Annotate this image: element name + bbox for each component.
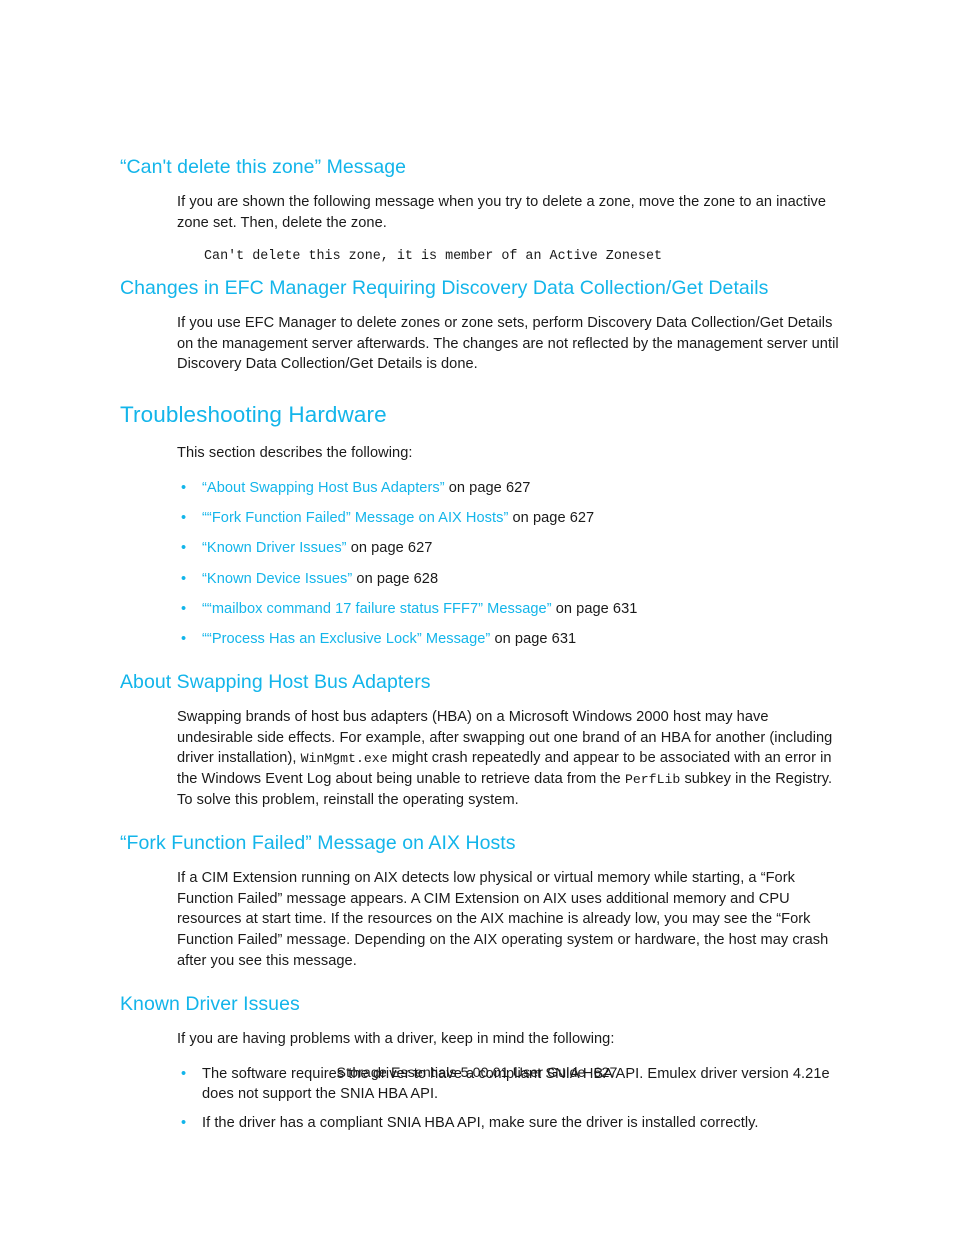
list-item: • If the driver has a compliant SNIA HBA… (177, 1113, 840, 1134)
bullet-icon: • (181, 510, 187, 527)
bullet-icon: • (181, 630, 187, 647)
list-item: • “About Swapping Host Bus Adapters” on … (177, 478, 840, 499)
paragraph-efc-manager-changes: If you use EFC Manager to delete zones o… (177, 314, 839, 373)
inline-code-perflib: PerfLib (624, 772, 681, 788)
paragraph-cant-delete-this-zone: If you are shown the following message w… (177, 194, 827, 232)
list-item: • “Known Driver Issues” on page 627 (177, 538, 840, 559)
heading-known-driver-issues: Known Driver Issues (120, 992, 300, 1015)
cross-reference-list: • “About Swapping Host Bus Adapters” on … (177, 478, 840, 650)
document-page: “Can't delete this zone” Message If you … (0, 0, 954, 1235)
list-item-text: If the driver has a compliant SNIA HBA A… (202, 1115, 759, 1132)
xref-page-ref: on page 631 (490, 630, 577, 647)
heading-about-swapping-host-bus-adapters: About Swapping Host Bus Adapters (120, 670, 431, 693)
xref-link-mailbox-command-17-failure[interactable]: ““mailbox command 17 failure status FFF7… (202, 601, 552, 617)
xref-page-ref: on page 627 (346, 540, 433, 557)
heading-efc-manager-changes: Changes in EFC Manager Requiring Discove… (120, 276, 769, 299)
footer-page-number: 627 (593, 1065, 618, 1081)
paragraph-fork-function-failed: If a CIM Extension running on AIX detect… (177, 870, 829, 969)
page-content: “Can't delete this zone” Message If you … (120, 155, 840, 1134)
xref-link-known-driver-issues[interactable]: “Known Driver Issues” (202, 540, 347, 556)
xref-link-about-swapping-host-bus-adapters[interactable]: “About Swapping Host Bus Adapters” (202, 480, 445, 496)
paragraph-known-driver-issues-intro: If you are having problems with a driver… (177, 1030, 615, 1047)
page-footer: Storage Essentials 5.00.01 User Guide 627 (0, 1065, 954, 1081)
xref-page-ref: on page 631 (551, 600, 638, 617)
list-item: • “Known Device Issues” on page 628 (177, 569, 840, 590)
bullet-icon: • (181, 479, 187, 496)
list-item: • ““Fork Function Failed” Message on AIX… (177, 508, 840, 529)
bullet-icon: • (181, 570, 187, 587)
footer-guide-title: Storage Essentials 5.00.01 User Guide (336, 1065, 586, 1081)
paragraph-about-swapping-hba: Swapping brands of host bus adapters (HB… (177, 707, 840, 811)
bullet-icon: • (181, 600, 187, 617)
heading-cant-delete-this-zone: “Can't delete this zone” Message (120, 156, 407, 178)
xref-page-ref: on page 627 (444, 479, 531, 496)
xref-link-fork-function-failed-aix[interactable]: ““Fork Function Failed” Message on AIX H… (202, 510, 508, 526)
list-item: • ““mailbox command 17 failure status FF… (177, 599, 840, 620)
heading-troubleshooting-hardware: Troubleshooting Hardware (120, 402, 387, 428)
paragraph-troubleshooting-intro: This section describes the following: (177, 445, 413, 462)
bullet-icon: • (181, 540, 187, 557)
xref-page-ref: on page 628 (352, 570, 439, 587)
xref-page-ref: on page 627 (508, 510, 595, 527)
bullet-icon: • (181, 1115, 187, 1132)
inline-code-winmgmt-exe: WinMgmt.exe (300, 751, 388, 767)
heading-fork-function-failed-aix-hosts: “Fork Function Failed” Message on AIX Ho… (120, 831, 516, 854)
xref-link-known-device-issues[interactable]: “Known Device Issues” (202, 571, 352, 587)
code-block-cant-delete-zone: Can't delete this zone, it is member of … (204, 248, 663, 264)
list-item: • ““Process Has an Exclusive Lock” Messa… (177, 629, 840, 650)
xref-link-process-has-exclusive-lock[interactable]: ““Process Has an Exclusive Lock” Message… (202, 631, 490, 647)
